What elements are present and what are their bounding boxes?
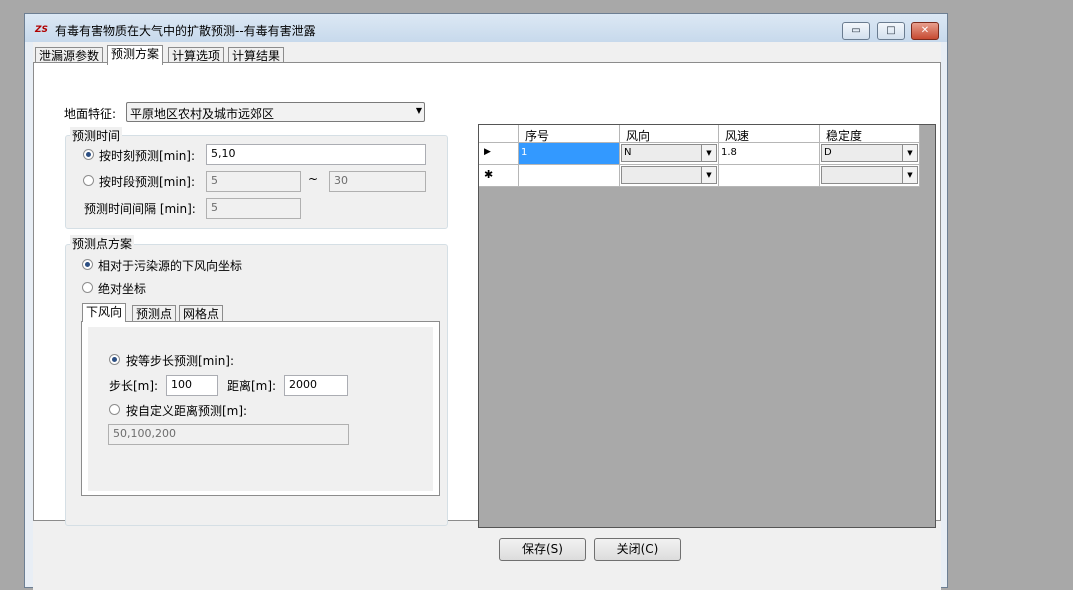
subtab-grid-points[interactable]: 网格点	[179, 305, 224, 322]
maximize-button[interactable]: □	[877, 22, 905, 40]
grid-cell-stability[interactable]: ▼	[820, 165, 920, 187]
direction-value: N	[624, 147, 632, 158]
grid-corner	[479, 125, 519, 143]
row-header[interactable]: ▶	[479, 143, 519, 165]
prediction-point-title: 预测点方案	[70, 235, 135, 252]
step-label: 步长[m]:	[109, 379, 159, 393]
custom-distance-label: 按自定义距离预测[m]:	[126, 404, 248, 418]
column-header[interactable]: 序号	[519, 125, 620, 143]
interval-label: 预测时间间隔 [min]:	[84, 202, 196, 216]
grid-cell-direction[interactable]: N ▼	[620, 143, 719, 165]
absolute-coord-radio[interactable]	[82, 282, 93, 293]
close-button[interactable]: 关闭(C)	[594, 538, 681, 561]
current-row-icon: ▶	[484, 147, 491, 157]
distance-label: 距离[m]:	[227, 379, 277, 393]
chevron-down-icon: ▼	[701, 167, 716, 183]
column-header[interactable]: 风速	[719, 125, 820, 143]
custom-distance-input[interactable]: 50,100,200	[108, 424, 349, 445]
by-period-label: 按时段预测[min]:	[99, 175, 196, 189]
chevron-down-icon: ▼	[701, 145, 716, 161]
maximize-icon: □	[886, 25, 896, 36]
minimize-icon: ▭	[851, 25, 861, 36]
prediction-plan-panel: 地面特征: 平原地区农村及城市远郊区 ▼ 预测时间 按时刻预测[min]: 5,…	[33, 62, 941, 528]
absolute-coord-label: 绝对坐标	[98, 282, 147, 296]
custom-distance-radio[interactable]	[109, 404, 120, 415]
grid-cell-seq[interactable]: 1	[519, 143, 620, 165]
grid-cell-direction[interactable]: ▼	[620, 165, 719, 187]
weather-grid: 序号 风向 风速 稳定度 ▶ 1 N ▼ 1.8 D ▼ ✱ ▼ ▼	[478, 124, 936, 528]
save-button[interactable]: 保存(S)	[499, 538, 586, 561]
distance-input[interactable]: 2000	[284, 375, 348, 396]
by-moment-label: 按时刻预测[min]:	[99, 149, 196, 163]
chevron-down-icon: ▼	[902, 167, 917, 183]
subtab-downwind[interactable]: 下风向	[82, 303, 127, 322]
window-title: 有毒有害物质在大气中的扩散预测--有毒有害泄露	[55, 24, 316, 38]
close-window-button[interactable]: ✕	[911, 22, 939, 40]
stability-dropdown[interactable]: D ▼	[821, 144, 918, 162]
terrain-value: 平原地区农村及城市远郊区	[130, 107, 275, 121]
client-area: 泄漏源参数 预测方案 计算选项 计算结果 地面特征: 平原地区农村及城市远郊区 …	[33, 42, 941, 590]
subtab-prediction-points[interactable]: 预测点	[132, 305, 177, 322]
grid-cell-speed[interactable]: 1.8	[719, 143, 820, 165]
direction-dropdown[interactable]: ▼	[621, 166, 717, 184]
step-input[interactable]: 100	[166, 375, 218, 396]
prediction-time-title: 预测时间	[70, 127, 123, 144]
interval-input[interactable]: 5	[206, 198, 301, 219]
new-row-icon: ✱	[484, 168, 494, 181]
equal-step-radio[interactable]	[109, 354, 120, 365]
chevron-down-icon: ▼	[902, 145, 917, 161]
relative-coord-label: 相对于污染源的下风向坐标	[98, 259, 243, 273]
period-tilde: ~	[308, 172, 319, 186]
relative-coord-radio[interactable]	[82, 259, 93, 270]
column-header[interactable]: 稳定度	[820, 125, 920, 143]
grid-cell-stability[interactable]: D ▼	[820, 143, 920, 165]
period-to-input[interactable]: 30	[329, 171, 426, 192]
equal-step-label: 按等步长预测[min]:	[126, 354, 235, 368]
stability-value: D	[824, 147, 832, 158]
chevron-down-icon: ▼	[415, 106, 422, 115]
grid-cell-speed[interactable]	[719, 165, 820, 187]
app-icon: ZS	[35, 25, 49, 35]
stability-dropdown[interactable]: ▼	[821, 166, 918, 184]
close-icon: ✕	[920, 25, 930, 36]
tab-prediction-plan[interactable]: 预测方案	[107, 45, 164, 65]
column-header[interactable]: 风向	[620, 125, 719, 143]
by-moment-radio[interactable]	[83, 149, 94, 160]
terrain-label: 地面特征:	[64, 107, 117, 121]
by-moment-input[interactable]: 5,10	[206, 144, 426, 165]
grid-cell-seq[interactable]	[519, 165, 620, 187]
by-period-radio[interactable]	[83, 175, 94, 186]
minimize-button[interactable]: ▭	[842, 22, 870, 40]
main-window: ZS 有毒有害物质在大气中的扩散预测--有毒有害泄露 ▭ □ ✕ 泄漏源参数 预…	[24, 13, 948, 590]
row-header[interactable]: ✱	[479, 165, 519, 187]
period-from-input[interactable]: 5	[206, 171, 301, 192]
title-bar[interactable]: ZS 有毒有害物质在大气中的扩散预测--有毒有害泄露 ▭ □ ✕	[25, 14, 947, 42]
direction-dropdown[interactable]: N ▼	[621, 144, 717, 162]
terrain-select[interactable]: 平原地区农村及城市远郊区 ▼	[126, 102, 425, 122]
